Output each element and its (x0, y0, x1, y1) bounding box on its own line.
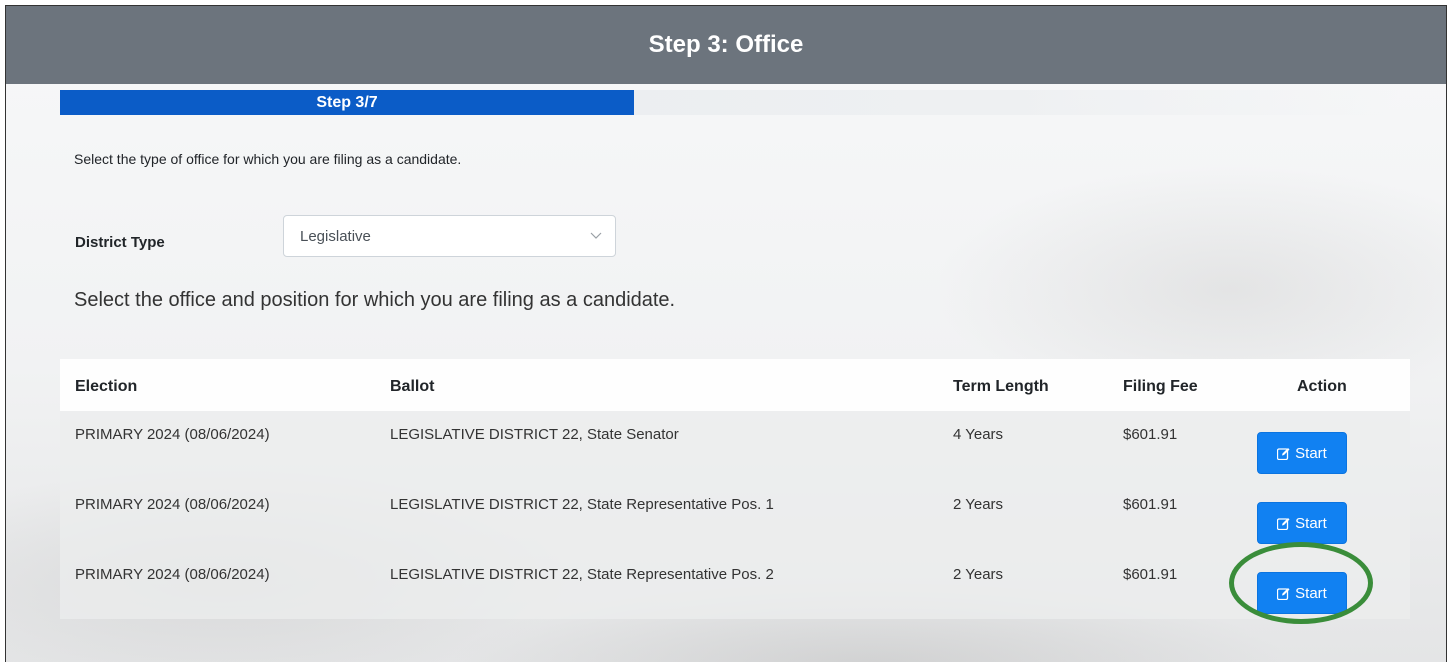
table-row: PRIMARY 2024 (08/06/2024) LEGISLATIVE DI… (60, 481, 1410, 551)
term-length-cell: 4 Years (953, 426, 1004, 443)
highlight-circle-annotation (1229, 542, 1373, 624)
table-row: PRIMARY 2024 (08/06/2024) LEGISLATIVE DI… (60, 411, 1410, 481)
filing-fee-cell: $601.91 (1123, 566, 1178, 583)
district-type-select[interactable]: Legislative (283, 215, 616, 257)
election-cell: PRIMARY 2024 (08/06/2024) (75, 566, 270, 583)
table-header: Election Ballot Term Length Filing Fee A… (60, 359, 1410, 411)
intro-text: Select the type of office for which you … (74, 151, 462, 167)
office-table: Election Ballot Term Length Filing Fee A… (60, 359, 1410, 619)
chevron-down-icon (590, 232, 602, 239)
election-cell: PRIMARY 2024 (08/06/2024) (75, 496, 270, 513)
district-type-label: District Type (75, 234, 165, 251)
column-header-ballot: Ballot (390, 378, 435, 395)
election-cell: PRIMARY 2024 (08/06/2024) (75, 426, 270, 443)
office-heading: Select the office and position for which… (74, 289, 676, 311)
page-header: Step 3: Office (6, 6, 1446, 84)
page-frame: Step 3: Office Step 3/7 Select the type … (5, 5, 1447, 662)
edit-icon (1277, 517, 1290, 530)
ballot-cell: LEGISLATIVE DISTRICT 22, State Represent… (390, 566, 774, 583)
filing-fee-cell: $601.91 (1123, 496, 1178, 513)
district-type-value: Legislative (300, 227, 371, 245)
progress-bar: Step 3/7 (60, 90, 1400, 115)
filing-fee-cell: $601.91 (1123, 426, 1178, 443)
column-header-action: Action (1297, 378, 1347, 395)
progress-fill: Step 3/7 (60, 90, 634, 115)
ballot-cell: LEGISLATIVE DISTRICT 22, State Senator (390, 426, 679, 443)
term-length-cell: 2 Years (953, 496, 1004, 513)
start-button-state-senator[interactable]: Start (1257, 432, 1347, 474)
start-button-label: Start (1295, 444, 1327, 462)
page-title: Step 3: Office (648, 31, 804, 58)
table-row: PRIMARY 2024 (08/06/2024) LEGISLATIVE DI… (60, 551, 1410, 621)
ballot-cell: LEGISLATIVE DISTRICT 22, State Represent… (390, 496, 774, 513)
term-length-cell: 2 Years (953, 566, 1004, 583)
progress-label: Step 3/7 (316, 93, 378, 111)
start-button-state-rep-pos-1[interactable]: Start (1257, 502, 1347, 544)
start-button-label: Start (1295, 514, 1327, 532)
column-header-term-length: Term Length (953, 378, 1049, 395)
column-header-filing-fee: Filing Fee (1123, 378, 1198, 395)
column-header-election: Election (75, 378, 138, 395)
edit-icon (1277, 447, 1290, 460)
